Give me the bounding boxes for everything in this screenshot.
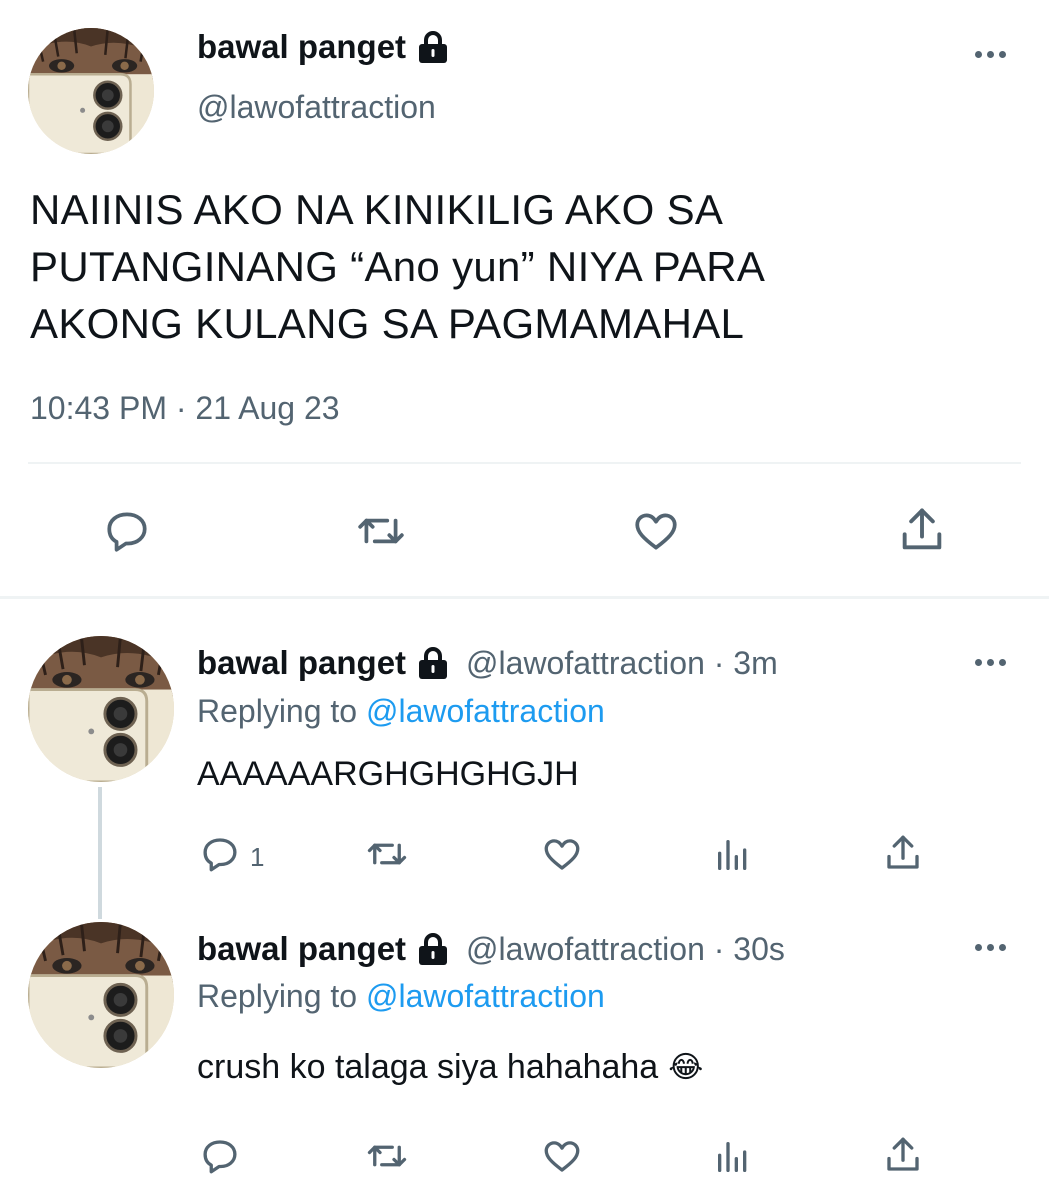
- share-icon[interactable]: [882, 1134, 924, 1176]
- retweet-icon[interactable]: [365, 1135, 409, 1177]
- display-name[interactable]: bawal panget: [197, 930, 406, 968]
- more-options-icon[interactable]: [975, 659, 1006, 666]
- reply-icon[interactable]: [102, 506, 152, 556]
- tweet-text: AAAAAARGHGHGHGJH: [197, 755, 579, 793]
- replying-to-handle[interactable]: @lawofattraction: [366, 693, 605, 729]
- avatar[interactable]: [28, 922, 174, 1068]
- retweet-icon[interactable]: [355, 506, 407, 556]
- share-icon[interactable]: [882, 832, 924, 874]
- avatar[interactable]: [28, 636, 174, 782]
- replying-to-label: Replying to: [197, 978, 358, 1014]
- handle-and-time[interactable]: @lawofattraction · 30s: [466, 931, 785, 968]
- tweet-text: crush ko talaga siya hahahaha: [197, 1048, 659, 1086]
- like-icon[interactable]: [630, 506, 682, 556]
- thread-line: [98, 787, 102, 919]
- replying-to-label: Replying to: [197, 693, 358, 729]
- reply-icon[interactable]: [199, 833, 241, 875]
- divider: [28, 462, 1021, 464]
- lock-icon: [416, 932, 450, 966]
- reply-icon[interactable]: [199, 1135, 241, 1177]
- lock-icon: [416, 30, 450, 64]
- handle-and-time[interactable]: @lawofattraction · 3m: [466, 645, 778, 682]
- like-icon[interactable]: [540, 1135, 584, 1177]
- reply-count: 1: [250, 842, 265, 872]
- tweet-text-line: NAIINIS AKO NA KINIKILIG AKO SA: [30, 186, 724, 233]
- avatar[interactable]: [28, 28, 154, 154]
- views-icon[interactable]: [713, 835, 753, 875]
- timestamp[interactable]: 10:43 PM · 21 Aug 23: [30, 390, 340, 427]
- more-options-icon[interactable]: [975, 51, 1006, 58]
- like-icon[interactable]: [540, 833, 584, 875]
- display-name[interactable]: bawal panget: [197, 644, 406, 682]
- retweet-icon[interactable]: [365, 833, 409, 875]
- more-options-icon[interactable]: [975, 944, 1006, 951]
- display-name[interactable]: bawal panget: [197, 28, 406, 66]
- section-divider: [0, 596, 1049, 599]
- tweet-text: NAIINIS AKO NA KINIKILIG AKO SA PUTANGIN…: [30, 181, 765, 352]
- replying-to-handle[interactable]: @lawofattraction: [366, 978, 605, 1014]
- tears-of-joy-emoji-icon: 😂: [668, 1051, 704, 1084]
- lock-icon: [416, 646, 450, 680]
- views-icon[interactable]: [713, 1137, 753, 1177]
- tweet-text-line: PUTANGINANG “Ano yun” NIYA PARA: [30, 243, 766, 290]
- share-icon[interactable]: [896, 504, 948, 556]
- handle[interactable]: @lawofattraction: [197, 89, 436, 126]
- tweet-text-line: AKONG KULANG SA PAGMAMAHAL: [30, 300, 745, 347]
